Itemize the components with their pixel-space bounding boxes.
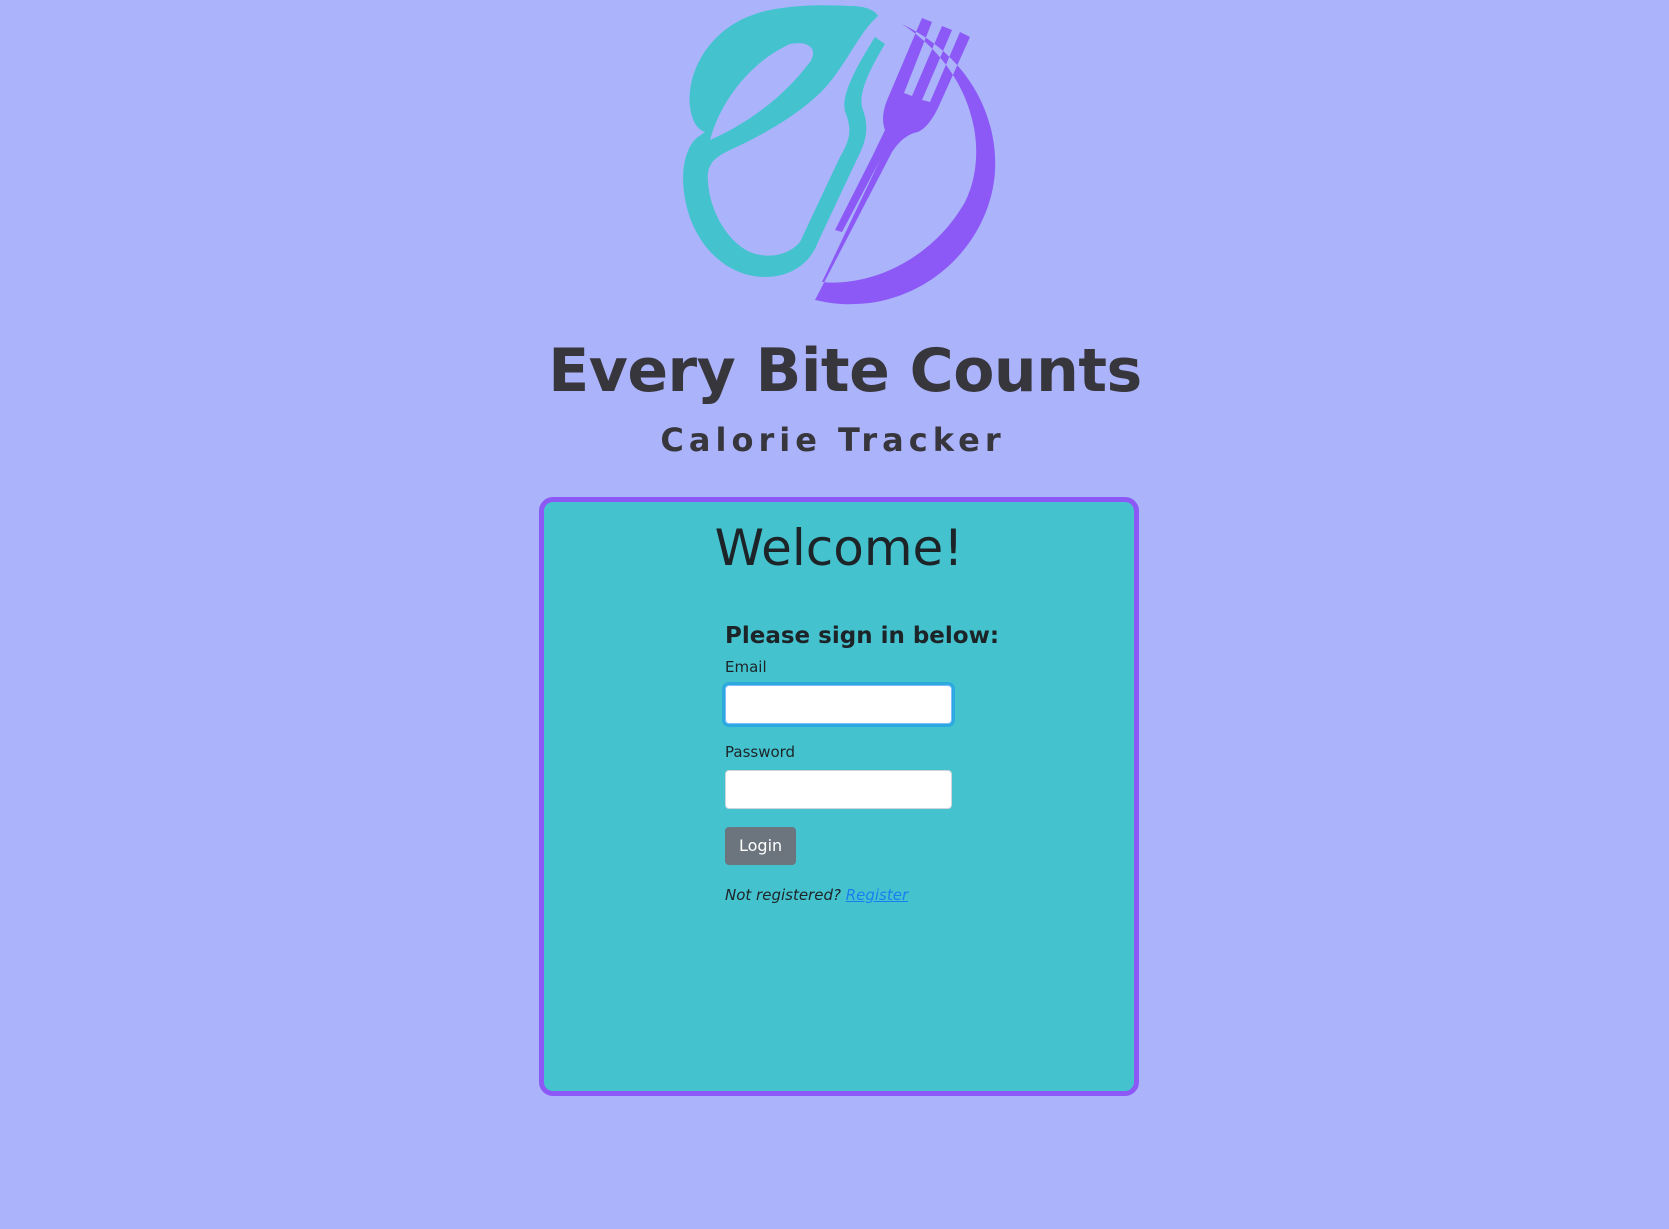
- login-page: Every Bite Counts Calorie Tracker Welcom…: [0, 0, 1669, 1229]
- form-heading: Please sign in below:: [725, 623, 1000, 649]
- email-label: Email: [725, 658, 767, 676]
- brand-subtitle: Calorie Tracker: [660, 421, 1006, 459]
- login-card: Welcome! Please sign in below: Email Pas…: [539, 497, 1139, 1096]
- login-form: Please sign in below: Email Password Log…: [725, 621, 1000, 905]
- email-field[interactable]: [725, 685, 952, 724]
- welcome-heading: Welcome!: [714, 519, 964, 577]
- register-link[interactable]: Register: [846, 886, 908, 904]
- brand-title: Every Bite Counts: [548, 336, 1142, 406]
- login-button[interactable]: Login: [725, 827, 797, 865]
- leaf-spoon-fork-logo-icon: [683, 5, 996, 305]
- register-line: Not registered? Register: [725, 885, 965, 905]
- password-label: Password: [725, 743, 796, 761]
- password-field[interactable]: [725, 770, 952, 809]
- register-prompt: Not registered?: [725, 886, 841, 904]
- logo-teal-leaf: [683, 5, 885, 277]
